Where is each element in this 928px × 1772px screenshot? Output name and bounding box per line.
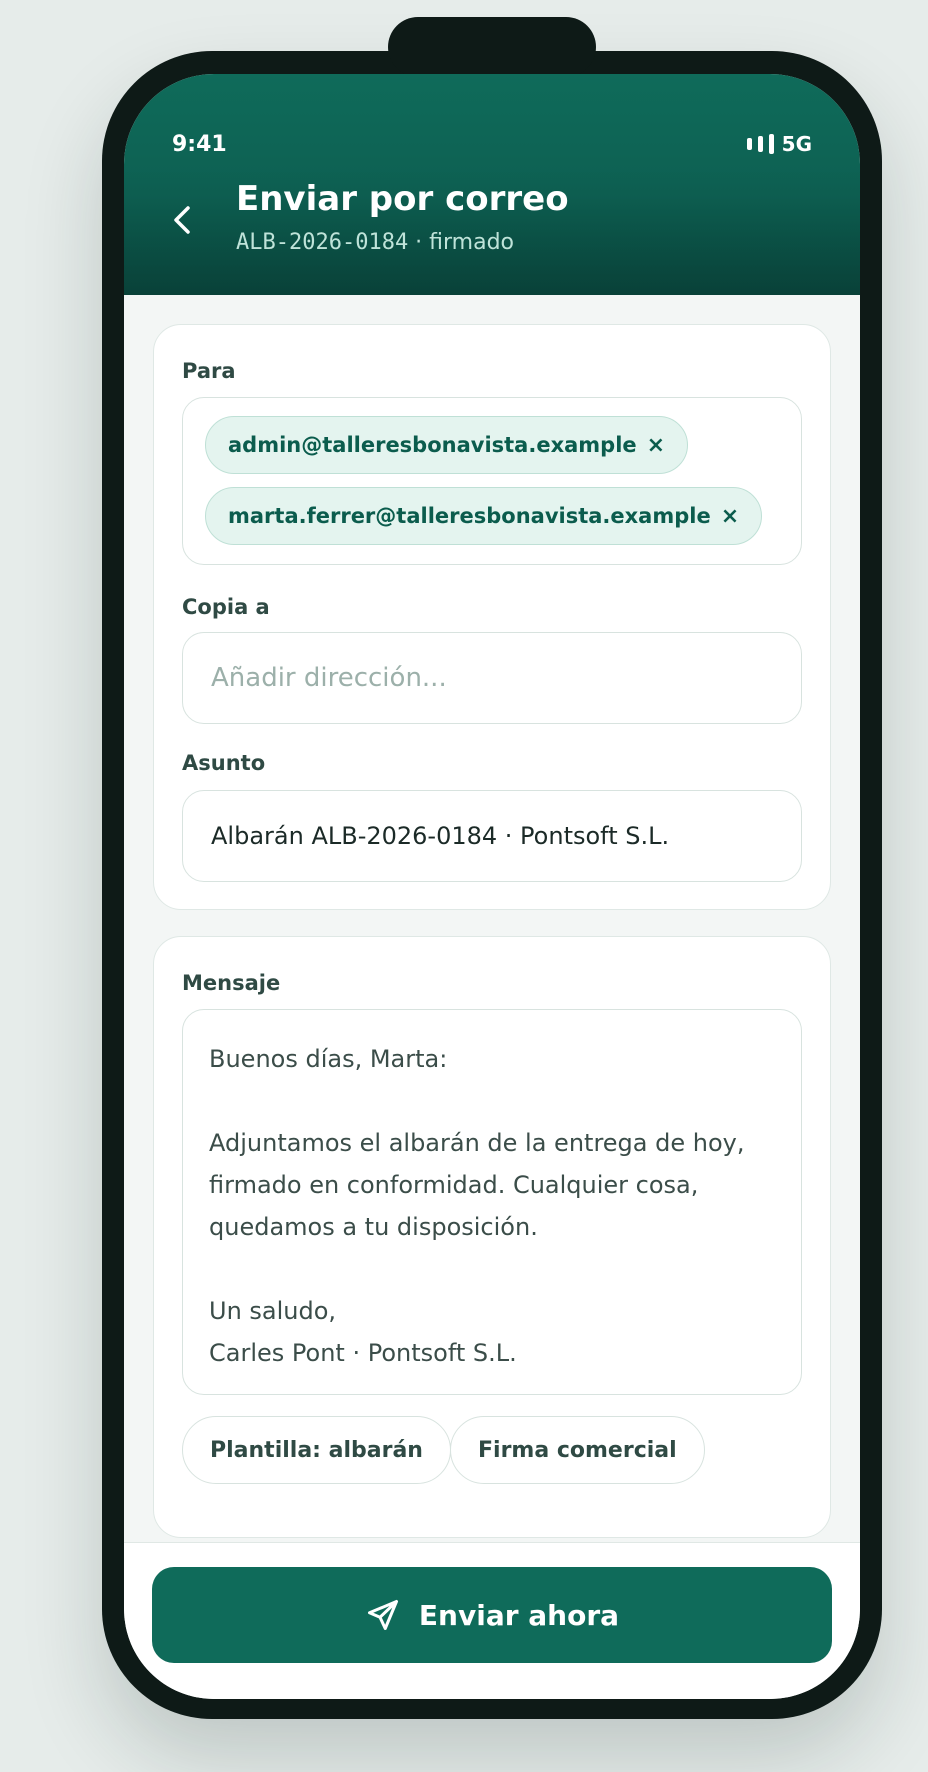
remove-recipient-icon[interactable]: × bbox=[647, 433, 665, 458]
cc-input[interactable]: Añadir dirección... bbox=[182, 632, 802, 724]
message-line: firmado en conformidad. Cualquier cosa, bbox=[209, 1171, 699, 1199]
status-bar: 9:41 5G bbox=[124, 132, 860, 162]
message-label: Mensaje bbox=[182, 971, 281, 995]
message-card: Mensaje Buenos días, Marta: Adjuntamos e… bbox=[153, 936, 831, 1538]
phone-notch bbox=[388, 17, 596, 77]
app-header: 9:41 5G Enviar por correo ALB-2026-0184 … bbox=[124, 74, 860, 295]
signal-icon bbox=[746, 134, 774, 154]
cc-label: Copia a bbox=[182, 595, 270, 619]
message-line: quedamos a tu disposición. bbox=[209, 1213, 538, 1241]
recipient-email: marta.ferrer@talleresbonavista.example bbox=[228, 504, 711, 528]
network-type: 5G bbox=[781, 132, 812, 156]
remove-recipient-icon[interactable]: × bbox=[721, 504, 739, 529]
cc-placeholder: Añadir dirección... bbox=[211, 663, 447, 693]
message-line: Adjuntamos el albarán de la entrega de h… bbox=[209, 1129, 745, 1157]
page-title: Enviar por correo bbox=[236, 179, 569, 219]
message-line: Un saludo, bbox=[209, 1297, 337, 1325]
document-status: · firmado bbox=[408, 230, 515, 255]
status-network: 5G bbox=[746, 132, 812, 156]
subject-value: Albarán ALB-2026-0184 · Pontsoft S.L. bbox=[211, 822, 670, 850]
signature-button[interactable]: Firma comercial bbox=[450, 1416, 705, 1484]
back-button[interactable] bbox=[168, 202, 196, 238]
recipient-chip[interactable]: admin@talleresbonavista.example × bbox=[205, 416, 689, 474]
message-line: Carles Pont · Pontsoft S.L. bbox=[209, 1339, 517, 1367]
app-screen: 9:41 5G Enviar por correo ALB-2026-0184 … bbox=[124, 74, 860, 1699]
template-button[interactable]: Plantilla: albarán bbox=[182, 1416, 451, 1484]
subject-label: Asunto bbox=[182, 751, 266, 775]
recipients-card: Para admin@talleresbonavista.example × m… bbox=[153, 324, 831, 910]
chevron-left-icon bbox=[174, 206, 190, 234]
page-subtitle: ALB-2026-0184 · firmado bbox=[236, 230, 514, 255]
send-now-label: Enviar ahora bbox=[418, 1598, 620, 1632]
recipient-chip[interactable]: marta.ferrer@talleresbonavista.example × bbox=[205, 487, 763, 545]
subject-input[interactable]: Albarán ALB-2026-0184 · Pontsoft S.L. bbox=[182, 790, 802, 882]
paper-plane-icon bbox=[367, 1600, 398, 1630]
to-field[interactable]: admin@talleresbonavista.example × marta.… bbox=[182, 397, 802, 565]
recipient-email: admin@talleresbonavista.example bbox=[228, 433, 637, 457]
document-code: ALB-2026-0184 bbox=[236, 230, 409, 255]
message-textarea[interactable]: Buenos días, Marta: Adjuntamos el albará… bbox=[182, 1009, 802, 1395]
status-time: 9:41 bbox=[172, 132, 227, 157]
to-label: Para bbox=[182, 359, 236, 383]
footer-bar: Enviar ahora bbox=[124, 1542, 860, 1699]
send-now-button[interactable]: Enviar ahora bbox=[152, 1567, 832, 1663]
message-line: Buenos días, Marta: bbox=[209, 1045, 448, 1073]
